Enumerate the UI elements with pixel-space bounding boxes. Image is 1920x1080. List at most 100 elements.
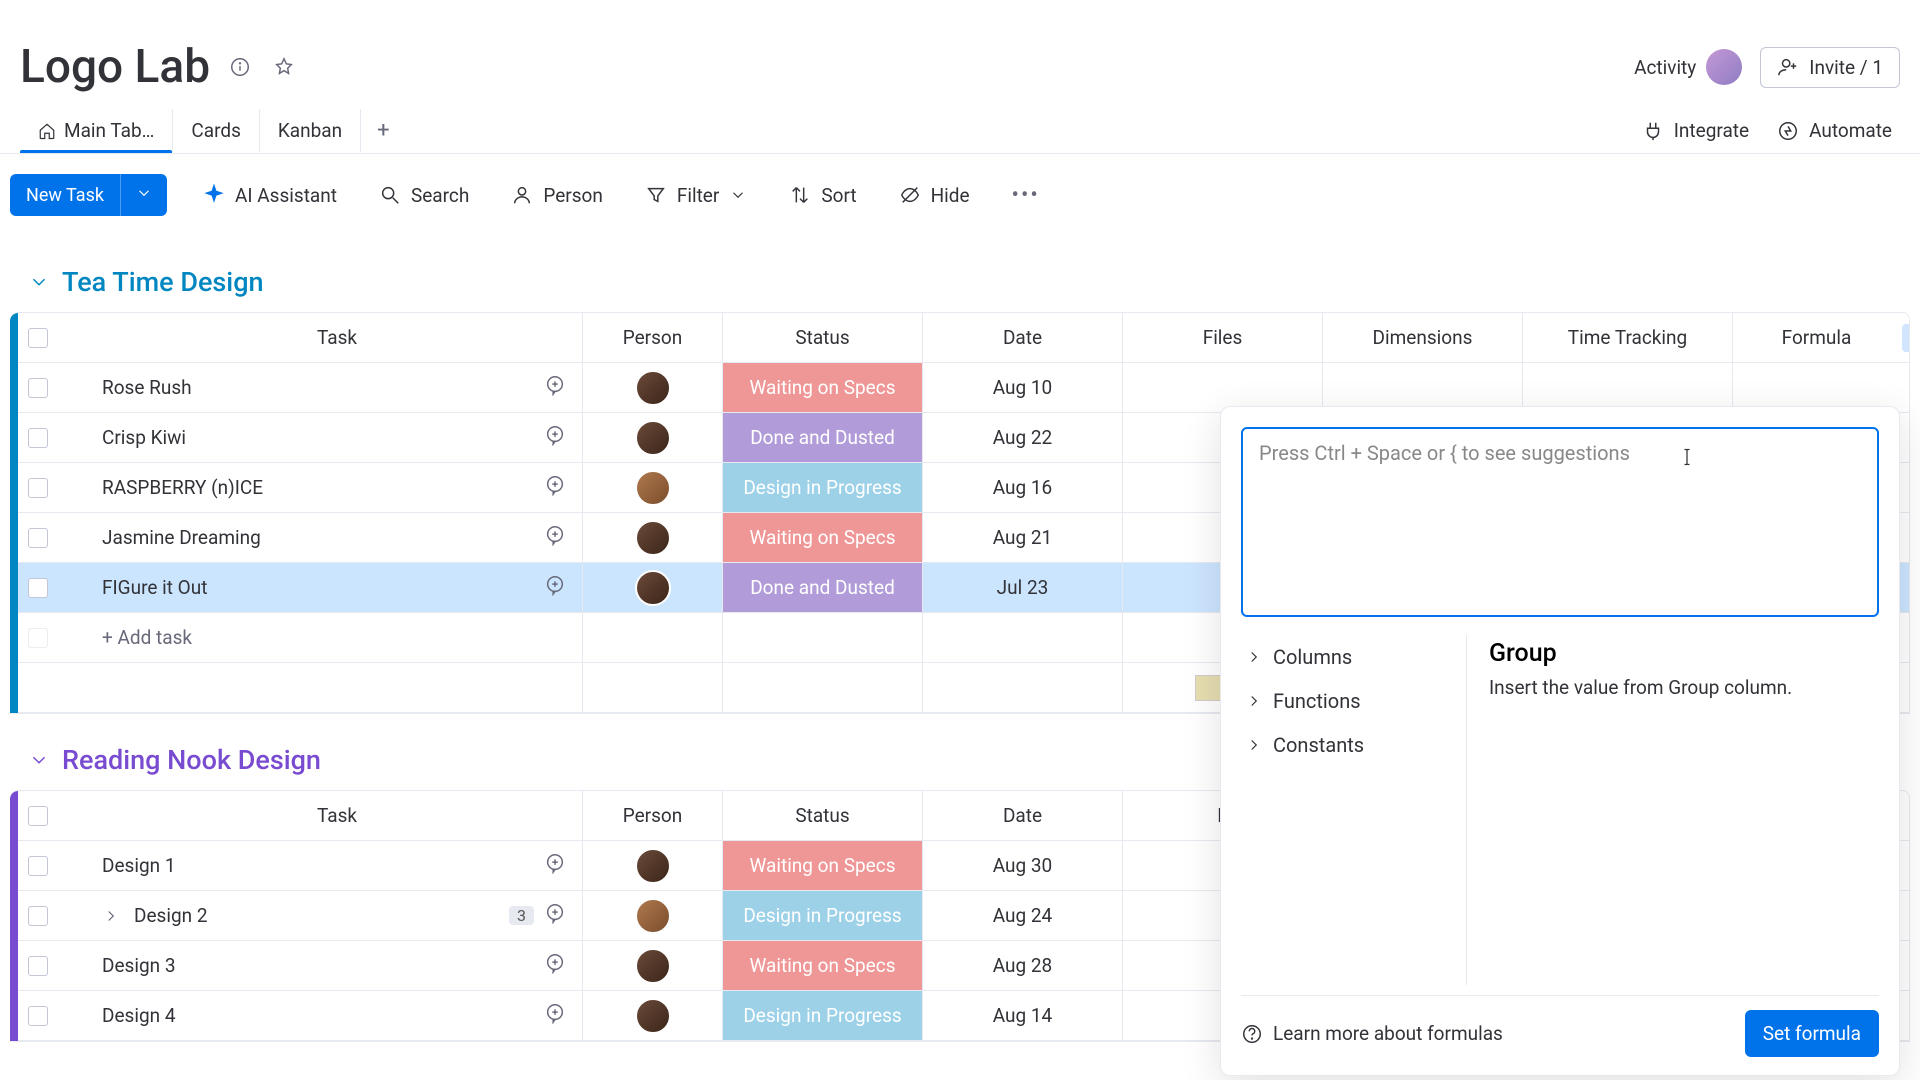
date-cell[interactable]: Aug 24 — [922, 891, 1122, 940]
task-name[interactable]: Jasmine Dreaming — [102, 526, 534, 549]
row-checkbox[interactable] — [28, 428, 48, 448]
add-tab-button[interactable]: + — [361, 108, 405, 153]
col-dimensions[interactable]: Dimensions — [1373, 326, 1473, 349]
status-cell[interactable]: Design in Progress — [722, 991, 922, 1040]
formula-input[interactable] — [1241, 427, 1879, 617]
row-checkbox[interactable] — [28, 856, 48, 876]
time-cell[interactable] — [1522, 363, 1732, 412]
formula-category-constants[interactable]: Constants — [1241, 723, 1456, 767]
task-name[interactable]: FIGure it Out — [102, 576, 534, 599]
sort-button[interactable]: Sort — [783, 176, 862, 215]
add-comment-icon[interactable] — [544, 574, 566, 596]
person-filter-button[interactable]: Person — [505, 176, 609, 215]
col-person[interactable]: Person — [623, 804, 683, 827]
invite-button[interactable]: Invite / 1 — [1760, 47, 1900, 88]
select-all-checkbox[interactable] — [28, 806, 48, 826]
date-cell[interactable]: Aug 30 — [922, 841, 1122, 890]
set-formula-button[interactable]: Set formula — [1745, 1010, 1879, 1057]
search-button[interactable]: Search — [373, 176, 475, 215]
integrate-button[interactable]: Integrate — [1642, 119, 1749, 142]
row-checkbox[interactable] — [28, 956, 48, 976]
person-cell[interactable] — [582, 841, 722, 890]
more-toolbar-button[interactable]: ••• — [1006, 175, 1046, 216]
date-cell[interactable]: Jul 23 — [922, 563, 1122, 612]
select-all-checkbox[interactable] — [28, 328, 48, 348]
add-comment-icon[interactable] — [544, 852, 566, 874]
new-task-dropdown[interactable] — [120, 174, 167, 216]
group-header[interactable]: Tea Time Design — [10, 236, 1910, 312]
formula-cell[interactable] — [1732, 363, 1900, 412]
add-comment-icon[interactable] — [544, 374, 566, 396]
learn-more-link[interactable]: Learn more about formulas — [1241, 1022, 1503, 1045]
col-files[interactable]: Files — [1203, 326, 1243, 349]
automate-button[interactable]: Automate — [1777, 119, 1892, 142]
dimensions-cell[interactable] — [1322, 363, 1522, 412]
date-cell[interactable]: Aug 28 — [922, 941, 1122, 990]
add-comment-icon[interactable] — [544, 474, 566, 496]
add-comment-icon[interactable] — [544, 1002, 566, 1024]
date-cell[interactable]: Aug 21 — [922, 513, 1122, 562]
row-checkbox[interactable] — [28, 378, 48, 398]
status-cell[interactable]: Waiting on Specs — [722, 363, 922, 412]
filter-button[interactable]: Filter — [639, 176, 753, 215]
person-cell[interactable] — [582, 563, 722, 612]
add-comment-icon[interactable] — [544, 424, 566, 446]
col-time-tracking[interactable]: Time Tracking — [1568, 326, 1687, 349]
new-task-label[interactable]: New Task — [10, 175, 120, 216]
col-task[interactable]: Task — [317, 326, 357, 349]
task-name[interactable]: Rose Rush — [102, 376, 534, 399]
person-cell[interactable] — [582, 891, 722, 940]
task-name[interactable]: Design 3 — [102, 954, 534, 977]
column-menu-button[interactable]: ••• — [1902, 324, 1910, 352]
status-cell[interactable]: Waiting on Specs — [722, 941, 922, 990]
add-comment-icon[interactable] — [544, 524, 566, 546]
files-cell[interactable] — [1122, 363, 1322, 412]
person-cell[interactable] — [582, 513, 722, 562]
status-cell[interactable]: Done and Dusted — [722, 563, 922, 612]
person-cell[interactable] — [582, 941, 722, 990]
col-status[interactable]: Status — [795, 804, 849, 827]
task-name[interactable]: Design 1 — [102, 854, 534, 877]
col-person[interactable]: Person — [623, 326, 683, 349]
star-icon[interactable] — [270, 53, 298, 81]
date-cell[interactable]: Aug 14 — [922, 991, 1122, 1040]
row-checkbox[interactable] — [28, 578, 48, 598]
task-name[interactable]: Design 4 — [102, 1004, 534, 1027]
row-checkbox[interactable] — [28, 528, 48, 548]
col-status[interactable]: Status — [795, 326, 849, 349]
person-cell[interactable] — [582, 363, 722, 412]
col-date[interactable]: Date — [1003, 804, 1042, 827]
status-cell[interactable]: Design in Progress — [722, 463, 922, 512]
tab-cards[interactable]: Cards — [173, 109, 260, 152]
col-formula[interactable]: Formula — [1782, 326, 1852, 349]
info-icon[interactable] — [226, 53, 254, 81]
add-comment-icon[interactable] — [544, 952, 566, 974]
formula-category-functions[interactable]: Functions — [1241, 679, 1456, 723]
date-cell[interactable]: Aug 22 — [922, 413, 1122, 462]
activity-button[interactable]: Activity — [1634, 49, 1742, 85]
new-task-button[interactable]: New Task — [10, 174, 167, 216]
hide-button[interactable]: Hide — [893, 176, 976, 215]
row-checkbox[interactable] — [28, 1006, 48, 1026]
task-name[interactable]: Crisp Kiwi — [102, 426, 534, 449]
expand-subitems-icon[interactable] — [102, 907, 120, 925]
row-checkbox[interactable] — [28, 906, 48, 926]
task-name[interactable]: Design 2 — [134, 904, 491, 927]
person-cell[interactable] — [582, 463, 722, 512]
tab-kanban[interactable]: Kanban — [260, 109, 361, 152]
status-cell[interactable]: Design in Progress — [722, 891, 922, 940]
formula-category-columns[interactable]: Columns — [1241, 635, 1456, 679]
tab-main[interactable]: Main Tab… — [20, 109, 173, 152]
col-task[interactable]: Task — [317, 804, 357, 827]
date-cell[interactable]: Aug 10 — [922, 363, 1122, 412]
task-name[interactable]: RASPBERRY (n)ICE — [102, 476, 534, 499]
ai-assistant-button[interactable]: AI Assistant — [197, 176, 343, 215]
row-checkbox[interactable] — [28, 478, 48, 498]
status-cell[interactable]: Waiting on Specs — [722, 841, 922, 890]
person-cell[interactable] — [582, 413, 722, 462]
person-cell[interactable] — [582, 991, 722, 1040]
add-comment-icon[interactable] — [544, 902, 566, 924]
date-cell[interactable]: Aug 16 — [922, 463, 1122, 512]
status-cell[interactable]: Waiting on Specs — [722, 513, 922, 562]
col-date[interactable]: Date — [1003, 326, 1042, 349]
